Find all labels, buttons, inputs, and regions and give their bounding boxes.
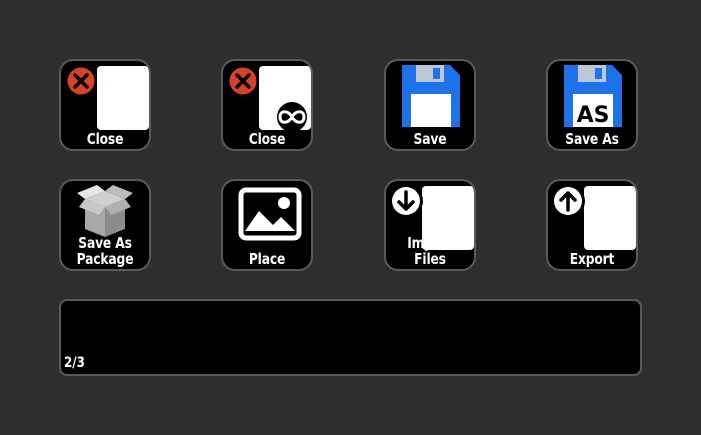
- save-button[interactable]: Save: [384, 59, 476, 151]
- close-all-button[interactable]: Close: [221, 59, 313, 151]
- page-indicator: 2/3: [64, 355, 85, 371]
- save-as-package-label-line1: Save As: [78, 234, 132, 252]
- place-button[interactable]: Place: [221, 179, 313, 271]
- close-all-label: Close: [248, 130, 286, 148]
- save-as-label: Save As: [565, 130, 619, 148]
- save-as-package-label-line2: Package: [76, 250, 134, 268]
- save-as-button[interactable]: AS Save As: [546, 59, 638, 151]
- place-label: Place: [248, 250, 286, 268]
- export-button[interactable]: Export: [546, 179, 638, 271]
- touch-strip[interactable]: 2/3: [59, 299, 642, 376]
- save-label: Save: [413, 130, 447, 148]
- save-as-package-button[interactable]: Save As Package: [59, 179, 151, 271]
- import-files-button[interactable]: Import Files: [384, 179, 476, 271]
- export-label: Export: [569, 250, 615, 268]
- close-button[interactable]: Close: [59, 59, 151, 151]
- close-label: Close: [86, 130, 124, 148]
- import-files-label: Import Files: [407, 234, 453, 268]
- save-as-badge: AS: [577, 103, 610, 128]
